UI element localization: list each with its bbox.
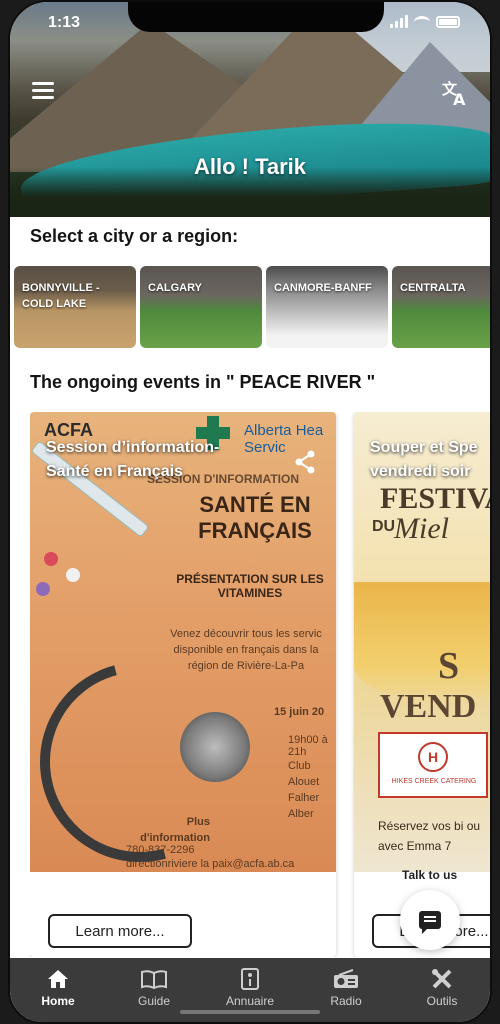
home-indicator: [180, 1010, 320, 1014]
pill-image: [36, 582, 50, 596]
hamburger-menu-icon[interactable]: [32, 82, 54, 103]
event-title: Session d’information- Santé en Français: [46, 439, 220, 480]
phone-frame: 1:13 文A Allo ! Tarik Select a city or a …: [8, 0, 492, 1024]
talk-to-us-label: Talk to us: [402, 868, 458, 882]
stethoscope-head-image: [180, 712, 250, 782]
catering-label: HIKES CREEK CATERING: [391, 778, 477, 785]
pill-image: [44, 552, 58, 566]
nav-label: Home: [41, 994, 75, 1008]
svg-text:A: A: [453, 90, 466, 108]
poster-big: S: [438, 645, 460, 687]
city-card-calgary[interactable]: CALGARY: [140, 266, 262, 348]
cities-heading: Select a city or a region:: [30, 226, 239, 246]
city-card-centralta[interactable]: CENTRALTA: [392, 266, 490, 348]
nav-item-radio[interactable]: Radio: [301, 968, 391, 1008]
event-card[interactable]: ACFA Alberta Hea Servic SESSION D'INFORM…: [30, 412, 336, 957]
poster-reserve: Réservez vos bi ou avec Emma 7: [378, 819, 481, 853]
city-card-label: BONNYVILLE - COLD LAKE: [22, 282, 100, 310]
home-icon: [45, 968, 71, 990]
share-icon[interactable]: [294, 450, 316, 480]
tools-icon: [429, 968, 455, 990]
translate-icon[interactable]: 文A: [440, 78, 470, 109]
nav-label: Outils: [426, 994, 458, 1008]
signal-icon: [390, 15, 408, 28]
nav-label: Annuaire: [225, 994, 275, 1008]
poster-sub: PRÉSENTATION SUR LES VITAMINES: [176, 572, 324, 600]
radio-icon: [333, 968, 359, 990]
poster-miel: Miel: [394, 512, 449, 545]
battery-icon: [436, 16, 460, 28]
hero-title: Allo ! Tarik: [193, 154, 307, 179]
event-title: Souper et Spe vendredi soir: [370, 439, 478, 480]
chat-icon: [419, 911, 441, 934]
city-carousel[interactable]: BONNYVILLE - COLD LAKE CALGARY CANMORE-B…: [14, 266, 490, 348]
wifi-icon: [414, 16, 430, 28]
poster-body: Venez découvrir tous les servic disponib…: [170, 628, 322, 672]
events-heading: The ongoing events in " PEACE RIVER ": [30, 372, 376, 392]
poster-fest: FESTIVA: [380, 482, 490, 515]
city-card-label: CANMORE-BANFF: [274, 282, 372, 294]
chat-button[interactable]: [400, 890, 460, 950]
nav-item-guide[interactable]: Guide: [109, 968, 199, 1008]
poster-date: 15 juin 20: [274, 706, 325, 718]
poster-headline: SANTÉ EN FRANÇAIS: [198, 492, 312, 543]
nav-item-home[interactable]: Home: [13, 968, 103, 1008]
directory-icon: [237, 968, 263, 990]
book-icon: [141, 968, 167, 990]
status-time: 1:13: [48, 14, 81, 31]
notch: [128, 2, 384, 32]
status-icons: [390, 15, 460, 28]
nav-item-annuaire[interactable]: Annuaire: [205, 968, 295, 1008]
pill-image: [66, 568, 80, 582]
hero-banner: 文A Allo ! Tarik: [10, 2, 490, 217]
nav-label: Radio: [330, 994, 362, 1008]
catering-logo: H HIKES CREEK CATERING: [378, 732, 488, 798]
poster-du: DU: [372, 518, 396, 535]
city-card-label: CALGARY: [148, 282, 202, 294]
poster-place: Club Alouet Falher Alber: [288, 760, 320, 820]
poster-vend: VEND: [380, 688, 477, 725]
city-card-bonnyville[interactable]: BONNYVILLE - COLD LAKE: [14, 266, 136, 348]
bottom-nav: Home Guide Annuaire Radio Outils: [10, 958, 490, 1022]
learn-more-button[interactable]: Learn more...: [48, 914, 192, 948]
nav-label: Guide: [137, 994, 171, 1008]
honey-drip-image: [354, 582, 490, 702]
nav-item-outils[interactable]: Outils: [397, 968, 487, 1008]
city-card-canmore-banff[interactable]: CANMORE-BANFF: [266, 266, 388, 348]
poster-time: 19h00 à 21h: [288, 734, 328, 758]
city-card-label: CENTRALTA: [400, 282, 466, 294]
